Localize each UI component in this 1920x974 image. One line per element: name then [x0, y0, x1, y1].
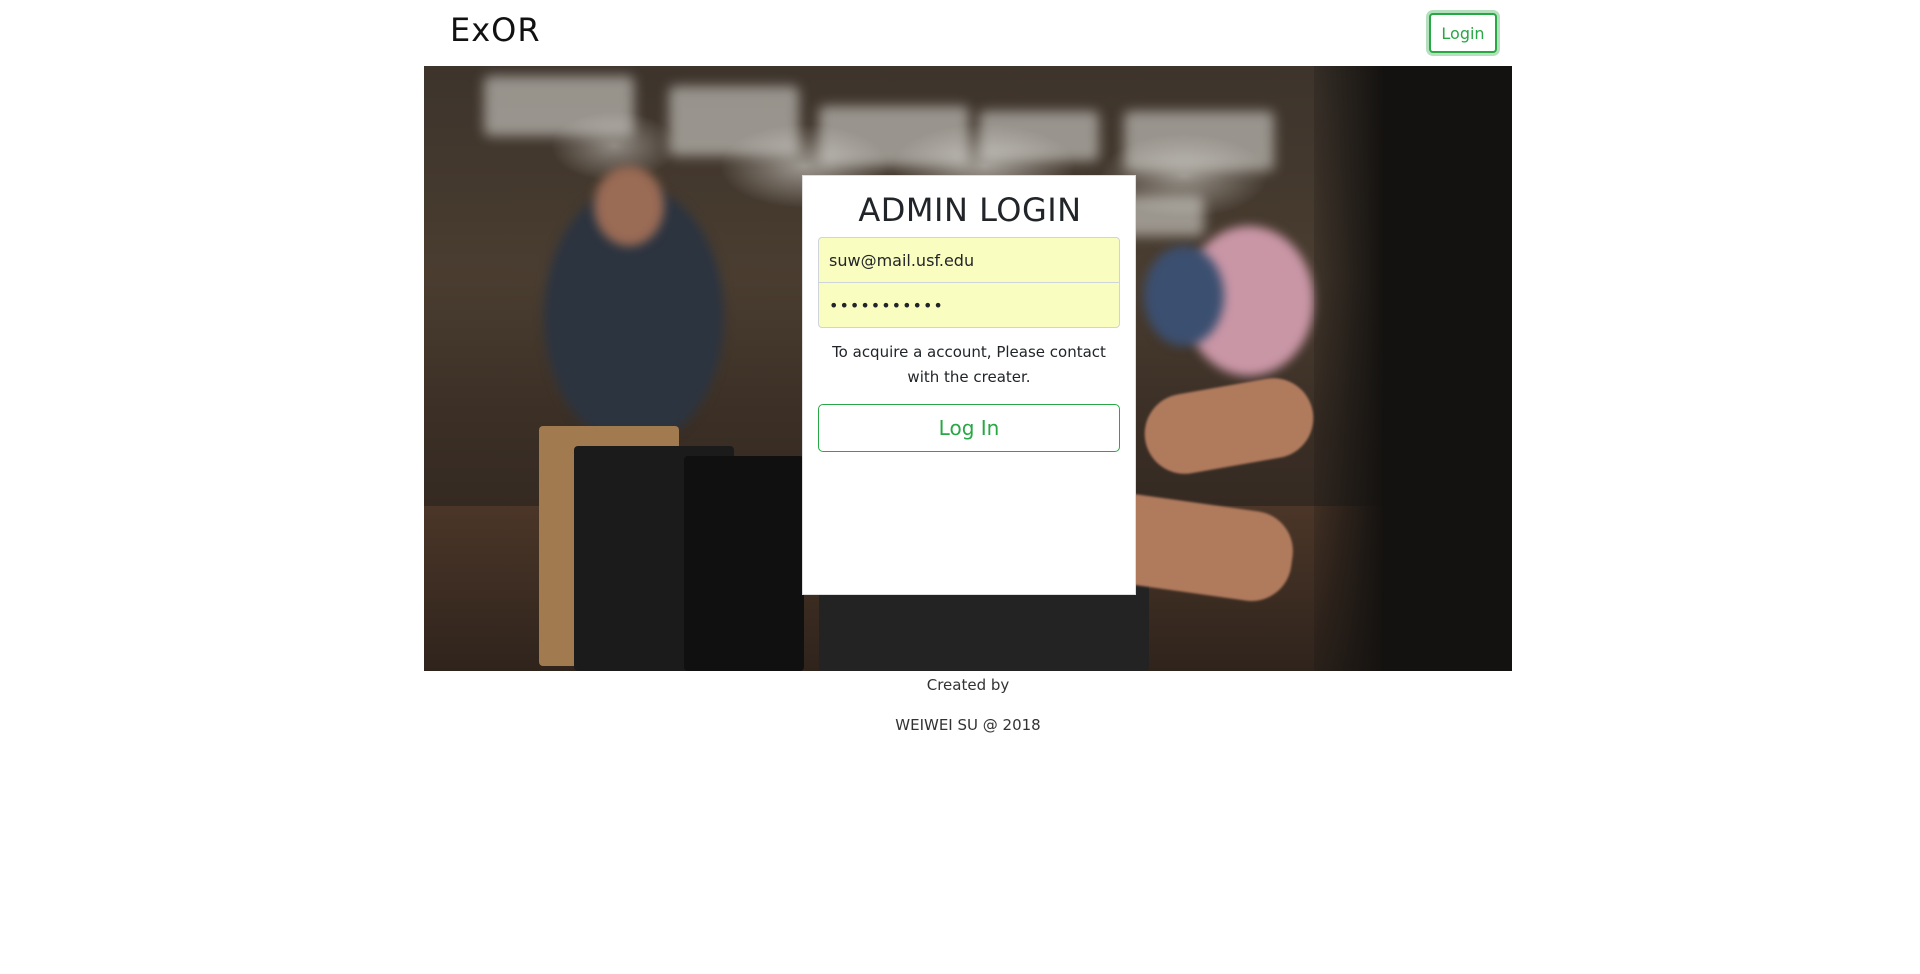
logo-text: ExOR	[450, 11, 541, 49]
log-in-button[interactable]: Log In	[818, 404, 1120, 452]
window-blur	[1124, 111, 1274, 171]
nav-login-button[interactable]: Login	[1429, 13, 1497, 53]
login-title: ADMIN LOGIN	[858, 191, 1082, 229]
server-shirt-blur	[1314, 66, 1512, 671]
window-blur	[979, 111, 1099, 161]
person-face-blur	[594, 166, 664, 246]
window-blur	[669, 86, 799, 156]
footer-created-by: Created by	[926, 676, 1010, 694]
account-hint: To acquire a account, Please contact wit…	[832, 343, 1106, 386]
password-field[interactable]	[818, 282, 1120, 328]
footer-author: WEIWEI SU @ 2018	[895, 716, 1041, 734]
window-blur	[819, 106, 969, 166]
window-blur	[484, 76, 634, 136]
logo[interactable]: ExOR	[450, 12, 541, 48]
login-card: ADMIN LOGIN To acquire a account, Please…	[802, 175, 1136, 595]
email-field[interactable]	[818, 237, 1120, 283]
navbar: ExOR Login	[424, 0, 1512, 66]
hero-image: ADMIN LOGIN To acquire a account, Please…	[424, 66, 1512, 671]
hand-shape	[1138, 371, 1320, 481]
person-blur	[1144, 246, 1224, 346]
menu-book-shape	[684, 456, 804, 671]
